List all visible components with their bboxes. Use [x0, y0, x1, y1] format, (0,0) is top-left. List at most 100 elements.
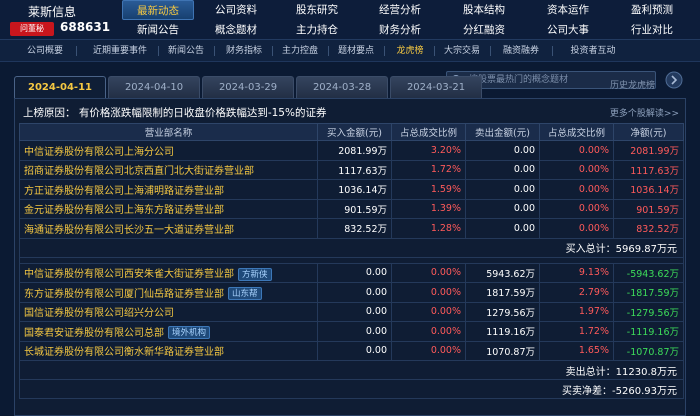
seat-tag[interactable]: 方新侠: [238, 267, 272, 281]
subnav-block-trade[interactable]: 大宗交易: [438, 40, 486, 62]
tab-date-2[interactable]: 2024-03-29: [202, 76, 294, 98]
buy-ratio-cell: 1.28%: [391, 218, 466, 239]
tab-date-3[interactable]: 2024-03-28: [296, 76, 388, 98]
dept-name-cell[interactable]: 中信证券股份有限公司上海分公司: [19, 140, 318, 161]
buy-amount-cell: 2081.99万: [317, 140, 392, 161]
sell-total-label: 卖出总计：: [565, 366, 616, 378]
nav-share-structure[interactable]: 股本结构: [448, 0, 520, 20]
subnav-topics[interactable]: 题材要点: [332, 40, 380, 62]
subnav-news[interactable]: 新闻公告: [162, 40, 210, 62]
nav-capital[interactable]: 资本运作: [532, 0, 604, 20]
nav-dividend[interactable]: 分红融资: [448, 20, 520, 40]
net-amount-cell: -1119.16万: [613, 321, 684, 342]
sell-ratio-cell: 0.00%: [539, 179, 614, 200]
sell-ratio-cell: 0.00%: [539, 218, 614, 239]
nav-latest[interactable]: 最新动态: [122, 0, 194, 20]
dept-name-cell[interactable]: 东方证券股份有限公司厦门仙岳路证券营业部 山东帮: [19, 282, 318, 303]
table-row: 方正证券股份有限公司上海浦明路证券营业部 1036.14万 1.59% 0.00 0.0…: [19, 179, 684, 200]
nav-events[interactable]: 公司大事: [532, 20, 604, 40]
sell-amount-cell: 1070.87万: [465, 340, 540, 361]
buy-amount-cell: 0.00: [317, 321, 392, 342]
dept-name-cell[interactable]: 中信证券股份有限公司西安朱雀大街证券营业部 方新侠: [19, 262, 318, 283]
dept-name-cell[interactable]: 国信证券股份有限公司绍兴分公司: [19, 301, 318, 322]
table-row: 海通证券股份有限公司长沙五一大道证券营业部 832.52万 1.28% 0.00 0.0…: [19, 218, 684, 239]
sell-amount-cell: 0.00: [465, 198, 540, 219]
nav-company-profile[interactable]: 公司资料: [200, 0, 272, 20]
tab-date-1[interactable]: 2024-04-10: [108, 76, 200, 98]
sell-ratio-cell: 0.00%: [539, 198, 614, 219]
buy-ratio-cell: 0.00%: [391, 282, 466, 303]
subnav-dragon-tiger[interactable]: 龙虎榜: [390, 40, 430, 62]
seat-tag[interactable]: 山东帮: [228, 287, 262, 300]
dept-name[interactable]: 长城证券股份有限公司衡水新华路证券营业部: [24, 347, 224, 358]
buy-amount-cell: 0.00: [317, 282, 392, 303]
buy-ratio-cell: 1.59%: [391, 179, 466, 200]
nav-industry[interactable]: 行业对比: [616, 20, 688, 40]
stock-code: 688631: [60, 20, 111, 34]
dept-name[interactable]: 国泰君安证券股份有限公司总部: [24, 328, 164, 339]
sell-ratio-cell: 0.00%: [539, 159, 614, 180]
col-net: 净额(元): [613, 123, 684, 141]
buy-amount-cell: 0.00: [317, 262, 392, 283]
buy-ratio-cell: 1.39%: [391, 198, 466, 219]
buy-amount-cell: 832.52万: [317, 218, 392, 239]
subnav-events[interactable]: 近期重要事件: [84, 40, 156, 62]
tab-date-4[interactable]: 2024-03-21: [390, 76, 482, 98]
dept-name[interactable]: 海通证券股份有限公司长沙五一大道证券营业部: [24, 225, 234, 236]
table-row: 长城证券股份有限公司衡水新华路证券营业部 0.00 0.00% 1070.87万 1.6…: [19, 340, 684, 361]
dept-name[interactable]: 金元证券股份有限公司上海东方路证券营业部: [24, 205, 224, 216]
buy-amount-cell: 901.59万: [317, 198, 392, 219]
nav-main-holdings[interactable]: 主力持仓: [281, 20, 353, 40]
buy-total-row: 买入总计：5969.87万元: [19, 237, 684, 258]
stock-name: 莱斯信息: [28, 5, 77, 19]
table-row: 中信证券股份有限公司上海分公司 2081.99万 3.20% 0.00 0.00% 208…: [19, 140, 684, 161]
dept-name-cell[interactable]: 国泰君安证券股份有限公司总部 境外机构: [19, 321, 318, 342]
subnav-control[interactable]: 主力控盘: [276, 40, 324, 62]
sell-amount-cell: 0.00: [465, 179, 540, 200]
subnav-overview[interactable]: 公司概要: [20, 40, 70, 62]
sell-ratio-cell: 0.00%: [539, 140, 614, 161]
nav-concepts[interactable]: 概念题材: [200, 20, 272, 40]
dept-name-cell[interactable]: 招商证券股份有限公司北京西直门北大街证券营业部: [19, 159, 318, 180]
dept-name[interactable]: 中信证券股份有限公司上海分公司: [24, 147, 174, 158]
sell-amount-cell: 1817.59万: [465, 282, 540, 303]
more-analysis-link[interactable]: 更多个股解读>>: [610, 106, 679, 119]
table-row: 金元证券股份有限公司上海东方路证券营业部 901.59万 1.39% 0.00 0.00…: [19, 198, 684, 219]
top-header: 莱斯信息 问董秘 688631 最新动态 公司资料 股东研究 经营分析 股本结构…: [0, 0, 700, 40]
dept-name-cell[interactable]: 长城证券股份有限公司衡水新华路证券营业部: [19, 340, 318, 361]
tab-date-0[interactable]: 2024-04-11: [14, 76, 106, 98]
nav-operations[interactable]: 经营分析: [364, 0, 436, 20]
net-amount-cell: -1070.87万: [613, 340, 684, 361]
dept-name-cell[interactable]: 方正证券股份有限公司上海浦明路证券营业部: [19, 179, 318, 200]
dragon-tiger-table: 营业部名称 买入金额(元) 占总成交比例 卖出金额(元) 占总成交比例 净额(元…: [19, 123, 684, 399]
subnav-investor[interactable]: 投资者互动: [560, 40, 626, 62]
dept-name[interactable]: 国信证券股份有限公司绍兴分公司: [24, 308, 174, 319]
subnav-margin[interactable]: 融资融券: [496, 40, 546, 62]
seat-tag[interactable]: 境外机构: [168, 326, 211, 339]
sell-total-row: 卖出总计：11230.8万元: [19, 360, 684, 380]
nav-forecast[interactable]: 盈利预测: [616, 0, 688, 20]
nav-shareholder[interactable]: 股东研究: [281, 0, 353, 20]
buy-ratio-cell: 0.00%: [391, 301, 466, 322]
sell-amount-cell: 1279.56万: [465, 301, 540, 322]
dept-name[interactable]: 招商证券股份有限公司北京西直门北大街证券营业部: [24, 166, 254, 177]
dept-name[interactable]: 方正证券股份有限公司上海浦明路证券营业部: [24, 186, 224, 197]
ask-secretary-button[interactable]: 问董秘: [10, 22, 54, 36]
net-amount-cell: 1036.14万: [613, 179, 684, 200]
dept-name[interactable]: 东方证券股份有限公司厦门仙岳路证券营业部: [24, 289, 224, 300]
dept-name-cell[interactable]: 海通证券股份有限公司长沙五一大道证券营业部: [19, 218, 318, 239]
subnav-financial[interactable]: 财务指标: [220, 40, 268, 62]
col-buy-ratio: 占总成交比例: [391, 123, 466, 141]
net-amount-cell: 2081.99万: [613, 140, 684, 161]
net-amount-cell: 1117.63万: [613, 159, 684, 180]
listing-reason: 上榜原因： 有价格涨跌幅限制的日收盘价格跌幅达到-15%的证券: [23, 107, 327, 119]
net-amount-cell: -1279.56万: [613, 301, 684, 322]
buy-ratio-cell: 3.20%: [391, 140, 466, 161]
col-sell: 卖出金额(元): [465, 123, 540, 141]
nav-news[interactable]: 新闻公告: [122, 20, 194, 40]
nav-financial[interactable]: 财务分析: [364, 20, 436, 40]
col-dept: 营业部名称: [19, 123, 318, 141]
net-amount-cell: -1817.59万: [613, 282, 684, 303]
dept-name-cell[interactable]: 金元证券股份有限公司上海东方路证券营业部: [19, 198, 318, 219]
dept-name[interactable]: 中信证券股份有限公司西安朱雀大街证券营业部: [24, 269, 234, 280]
